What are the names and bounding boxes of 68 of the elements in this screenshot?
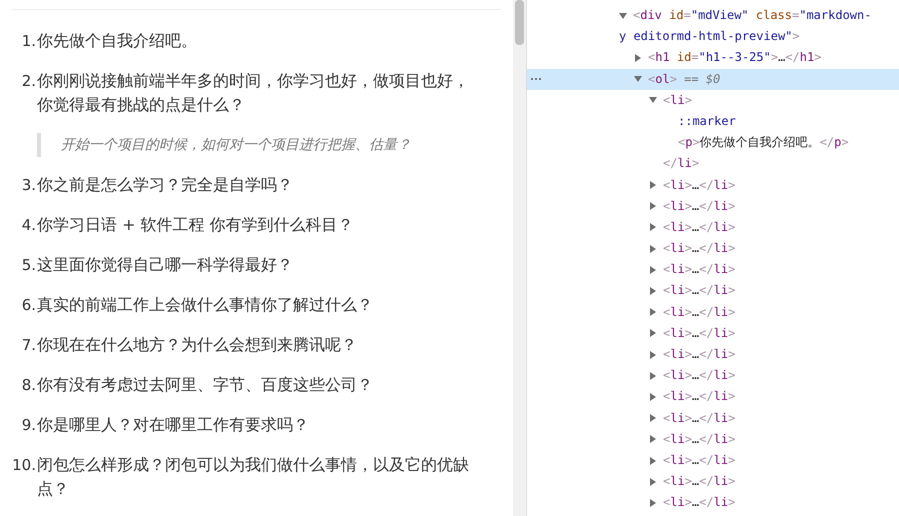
triangle-right-icon[interactable] xyxy=(649,202,657,210)
triangle-right-icon[interactable] xyxy=(649,456,657,465)
triangle-down-icon[interactable] xyxy=(619,12,627,20)
triangle-right-icon[interactable] xyxy=(649,287,657,296)
code-line: <li> xyxy=(663,92,692,109)
code-line: <h1 id="h1--3-25">…</h1> xyxy=(648,49,822,66)
code-line: <li>…</li> xyxy=(663,176,736,194)
triangle-right-icon[interactable] xyxy=(649,329,657,338)
list-number: 1. xyxy=(20,31,36,52)
list-number: 8. xyxy=(20,375,36,396)
code-line: <li>…</li> xyxy=(663,494,736,512)
question-text: 你刚刚说接触前端半年多的时间，你学习也好，做项目也好，你觉得最有挑战的点是什么？ xyxy=(37,70,470,116)
code-line: <li>…</li> xyxy=(663,198,736,215)
triangle-right-icon[interactable] xyxy=(649,414,657,422)
triangle-right-icon[interactable] xyxy=(634,54,642,62)
triangle-right-icon[interactable] xyxy=(649,498,657,507)
code-line: <li>…</li> xyxy=(663,367,736,384)
list-number: 5. xyxy=(20,255,36,276)
code-line: <li>…</li> xyxy=(663,304,736,321)
code-line: <li>…</li> xyxy=(663,261,736,278)
list-number: 9. xyxy=(20,415,36,436)
blockquote-note: 开始一个项目的时候，如何对一个项目进行把握、估量？ xyxy=(37,133,481,157)
triangle-right-icon[interactable] xyxy=(649,392,657,401)
triangle-right-icon[interactable] xyxy=(649,308,657,316)
triangle-right-icon[interactable] xyxy=(649,372,657,380)
code-line: <li>…</li> xyxy=(663,430,736,448)
question-text: 你学习日语 + 软件工程 你有学到什么科目？ xyxy=(37,214,355,236)
code-line: <ol> == $0 xyxy=(648,70,720,88)
list-number: 4. xyxy=(20,215,36,236)
code-line: <li>…</li> xyxy=(663,240,736,258)
list-number: 3. xyxy=(20,175,36,196)
question-text: 真实的前端工作上会做什么事情你了解过什么？ xyxy=(37,294,374,316)
question-text: 你先做个自我介绍吧。 xyxy=(37,30,198,52)
triangle-right-icon[interactable] xyxy=(649,244,657,253)
scrollbar-thumb[interactable] xyxy=(515,0,524,45)
code-line: <li>…</li> xyxy=(663,218,736,236)
more-icon[interactable] xyxy=(531,78,541,81)
code-line: <li>…</li> xyxy=(663,410,736,427)
triangle-right-icon[interactable] xyxy=(649,435,657,444)
list-number: 10. xyxy=(12,455,36,476)
triangle-right-icon[interactable] xyxy=(649,181,657,190)
triangle-right-icon[interactable] xyxy=(649,266,657,274)
triangle-right-icon[interactable] xyxy=(649,478,657,486)
question-text: 你之前是怎么学习？完全是自学吗？ xyxy=(37,174,294,196)
code-line: </li> xyxy=(663,155,700,172)
question-text: 闭包怎么样形成？闭包可以为我们做什么事情，以及它的优缺点？ xyxy=(37,454,470,500)
question-text: 你是哪里人？对在哪里工作有要求吗？ xyxy=(37,414,310,436)
code-line: <li>…</li> xyxy=(663,473,736,490)
list-number: 6. xyxy=(20,295,36,316)
question-text: 你现在在什么地方？为什么会想到来腾讯呢？ xyxy=(37,334,358,356)
triangle-down-icon[interactable] xyxy=(634,75,642,84)
code-line: ::marker xyxy=(678,112,736,130)
triangle-right-icon[interactable] xyxy=(649,350,657,359)
question-text: 你有没有考虑过去阿里、字节、百度这些公司？ xyxy=(37,374,374,396)
code-line: <li>…</li> xyxy=(663,388,736,406)
code-line: <p>你先做个自我介绍吧。</p> xyxy=(678,134,849,152)
code-line: y editormd-html-preview"> xyxy=(619,28,800,46)
code-line: <div id="mdView" class="markdown- xyxy=(633,7,872,24)
question-text: 这里面你觉得自己哪一科学得最好？ xyxy=(37,254,294,276)
code-line: <li>…</li> xyxy=(663,324,736,342)
list-number: 7. xyxy=(20,335,36,356)
list-number: 2. xyxy=(20,71,36,92)
code-line: <li>…</li> xyxy=(663,452,736,469)
code-line: <li>…</li> xyxy=(663,346,736,363)
triangle-down-icon[interactable] xyxy=(649,96,657,104)
triangle-right-icon[interactable] xyxy=(649,223,657,232)
selected-row[interactable]: <ol> == $0 xyxy=(527,68,899,90)
code-line: <li>…</li> xyxy=(663,282,736,300)
